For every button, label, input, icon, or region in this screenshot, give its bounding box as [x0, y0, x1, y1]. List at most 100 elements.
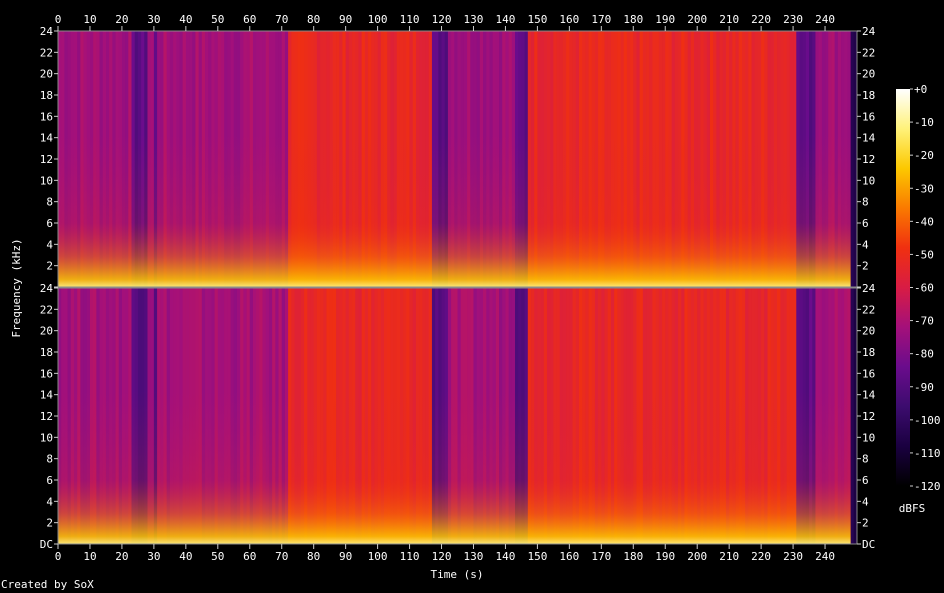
x-tick-label-bottom: 160 — [559, 550, 579, 563]
x-tick-label-bottom: 10 — [83, 550, 96, 563]
colorbar-tick-label: -60 — [914, 282, 934, 295]
channel-1-spectrogram — [57, 30, 858, 288]
channel-2-spectrogram — [57, 287, 858, 545]
x-tick-label-bottom: 150 — [527, 550, 547, 563]
y-tick-label-right: 16 — [862, 367, 875, 380]
x-tick-label-top: 240 — [815, 13, 835, 26]
y-tick-label-left: 2 — [46, 260, 53, 273]
x-tick-label-bottom: 240 — [815, 550, 835, 563]
x-tick-label-top: 20 — [115, 13, 128, 26]
y-tick-label-left: 18 — [40, 89, 53, 102]
y-tick-label-left: 22 — [40, 46, 53, 59]
y-tick-label-right: 8 — [862, 453, 869, 466]
x-tick-label-top: 200 — [687, 13, 707, 26]
x-tick-label-bottom: 0 — [55, 550, 62, 563]
x-tick-label-top: 150 — [527, 13, 547, 26]
colorbar-tick-label: -30 — [914, 182, 934, 195]
x-tick-label-bottom: 70 — [275, 550, 288, 563]
y-tick-label-left: 14 — [40, 389, 54, 402]
x-tick-label-top: 110 — [400, 13, 420, 26]
y-tick-label-right: 2 — [862, 517, 869, 530]
x-tick-label-top: 170 — [591, 13, 611, 26]
low-frequency-energy — [58, 288, 851, 544]
x-tick-label-top: 130 — [464, 13, 484, 26]
colorbar: +0 -10 -20 -30 -40 -50 -60 -70 -80 -90 -100 -110 -12… — [896, 83, 941, 493]
x-tick-label-bottom: 190 — [655, 550, 675, 563]
low-frequency-energy — [58, 31, 851, 287]
y-tick-label-left: 20 — [40, 68, 53, 81]
y-tick-label-right: 14 — [862, 132, 876, 145]
x-tick-label-top: 90 — [339, 13, 352, 26]
y-tick-label-left: 24 — [40, 25, 54, 38]
colorbar-tick-label: -100 — [914, 414, 941, 427]
colorbar-tick-label: -20 — [914, 149, 934, 162]
x-tick-label-bottom: 140 — [496, 550, 516, 563]
colorbar-label: dBFS — [899, 502, 926, 515]
x-tick-label-top: 230 — [783, 13, 803, 26]
spectrogram-chart: 2 24 46 68 810 1012 1214 1416 1618 1820 2022 2224 24… — [10, 13, 941, 581]
x-tick-label-bottom: 220 — [751, 550, 771, 563]
y-tick-label-left: 12 — [40, 153, 53, 166]
colorbar-tick-label: -120 — [914, 480, 941, 493]
x-tick-label-bottom: 20 — [115, 550, 128, 563]
y-tick-label-left: 16 — [40, 367, 53, 380]
y-tick-label-right: 20 — [862, 68, 875, 81]
y-tick-label-right: 18 — [862, 89, 875, 102]
y-tick-label-left: 18 — [40, 346, 53, 359]
x-tick-label-bottom: 120 — [432, 550, 452, 563]
y-tick-label-left: 14 — [40, 132, 54, 145]
y-tick-label-right: DC — [862, 538, 875, 551]
x-tick-label-top: 60 — [243, 13, 256, 26]
colorbar-tick-label: -70 — [914, 315, 934, 328]
x-axis-label: Time (s) — [431, 568, 484, 581]
colorbar-tick-label: -40 — [914, 215, 934, 228]
y-tick-label-left: 4 — [46, 238, 53, 251]
x-tick-label-bottom: 80 — [307, 550, 320, 563]
y-tick-label-left: 20 — [40, 325, 53, 338]
y-axis-label: Frequency (kHz) — [10, 238, 23, 337]
x-tick-label-top: 160 — [559, 13, 579, 26]
y-tick-label-left: 10 — [40, 174, 53, 187]
y-tick-label-right: 6 — [862, 474, 869, 487]
y-tick-label-left: 4 — [46, 495, 53, 508]
y-tick-label-right: 24 — [862, 282, 876, 295]
y-tick-label-left: 16 — [40, 110, 53, 123]
x-tick-label-bottom: 90 — [339, 550, 352, 563]
x-tick-label-top: 180 — [623, 13, 643, 26]
x-tick-label-top: 100 — [368, 13, 388, 26]
colorbar-gradient — [896, 89, 910, 486]
colorbar-tick-label: -90 — [914, 381, 934, 394]
x-tick-label-bottom: 230 — [783, 550, 803, 563]
y-tick-label-right: 8 — [862, 196, 869, 209]
x-tick-label-top: 50 — [211, 13, 224, 26]
x-tick-label-bottom: 50 — [211, 550, 224, 563]
y-tick-label-left: 12 — [40, 410, 53, 423]
footer-credit: Created by SoX — [1, 578, 94, 591]
x-tick-label-bottom: 130 — [464, 550, 484, 563]
y-tick-label-left: 8 — [46, 196, 53, 209]
x-tick-label-top: 80 — [307, 13, 320, 26]
x-tick-label-top: 70 — [275, 13, 288, 26]
x-tick-label-top: 220 — [751, 13, 771, 26]
x-tick-label-top: 10 — [83, 13, 96, 26]
y-tick-label-left: DC — [40, 538, 53, 551]
y-tick-label-left: 2 — [46, 517, 53, 530]
y-tick-label-right: 20 — [862, 325, 875, 338]
y-tick-label-right: 12 — [862, 410, 875, 423]
colorbar-tick-label: +0 — [914, 83, 927, 96]
x-tick-label-top: 0 — [55, 13, 62, 26]
y-tick-label-right: 6 — [862, 217, 869, 230]
y-tick-label-right: 22 — [862, 46, 875, 59]
colorbar-tick-label: -10 — [914, 116, 934, 129]
x-tick-label-bottom: 60 — [243, 550, 256, 563]
x-tick-label-top: 30 — [147, 13, 160, 26]
spectrogram-column — [850, 31, 855, 287]
x-tick-label-top: 120 — [432, 13, 452, 26]
y-tick-label-right: 12 — [862, 153, 875, 166]
colorbar-tick-label: -80 — [914, 348, 934, 361]
y-tick-label-right: 18 — [862, 346, 875, 359]
y-tick-label-left: 8 — [46, 453, 53, 466]
y-tick-label-right: 4 — [862, 495, 869, 508]
y-tick-label-right: 2 — [862, 260, 869, 273]
spectrogram-column — [850, 288, 855, 544]
